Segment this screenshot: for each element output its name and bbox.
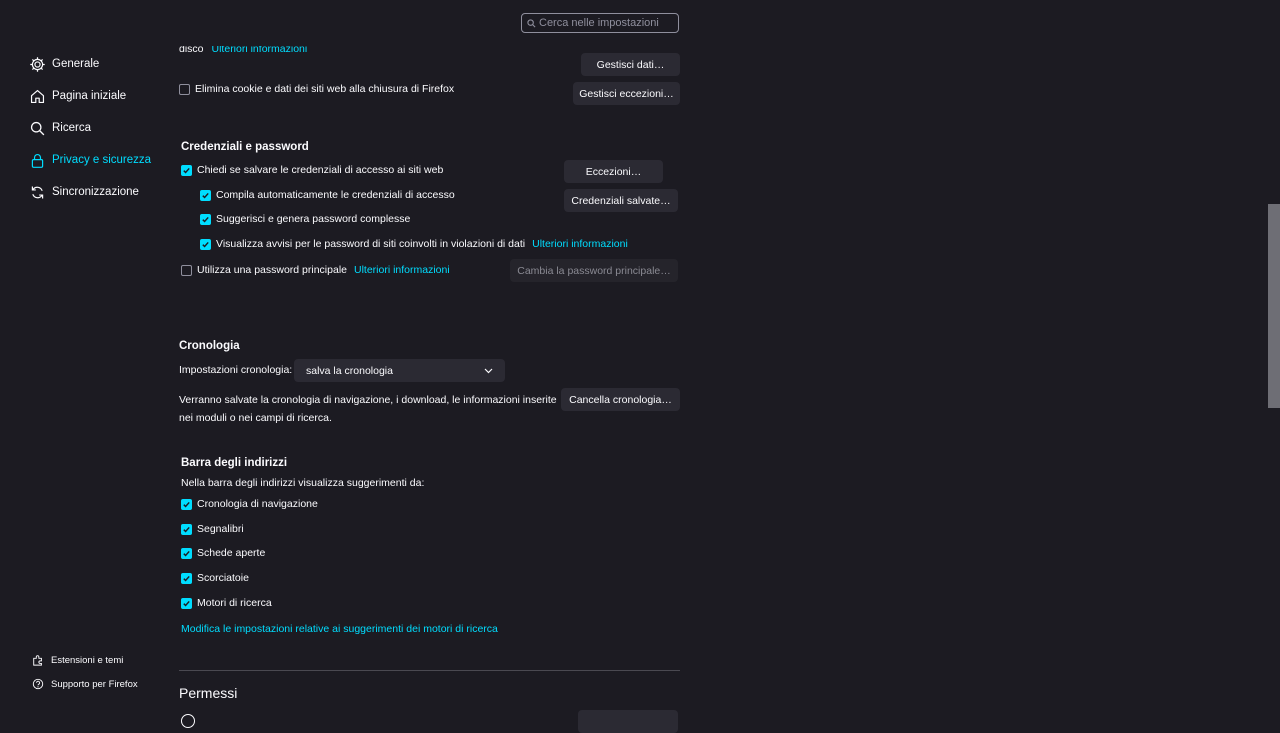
sidebar-item-ricerca[interactable]: Ricerca (29, 117, 91, 139)
suggest-engines-checkbox[interactable] (181, 597, 192, 609)
home-icon (30, 89, 45, 103)
suggest-bookmarks-checkbox[interactable] (181, 523, 192, 535)
suggest-open-tabs-option[interactable]: Schede aperte (181, 547, 265, 559)
sync-icon (31, 186, 44, 198)
manage-data-button[interactable]: Gestisci dati… (581, 53, 680, 76)
primary-password-checkbox[interactable] (181, 264, 192, 276)
sidebar-item-label: Generale (52, 58, 100, 70)
clear-history-button[interactable]: Cancella cronologia… (561, 388, 680, 411)
suggest-label: Suggerisci e genera password complesse (216, 213, 411, 225)
ask-save-credentials[interactable]: Chiedi se salvare le credenziali di acce… (181, 164, 443, 176)
autofill-checkbox[interactable] (200, 189, 211, 201)
sidebar-link-extensions[interactable]: Estensioni e temi (32, 654, 123, 666)
footer-label: Estensioni e temi (51, 654, 124, 666)
location-icon (181, 714, 195, 728)
primary-password-info-link[interactable]: Ulteriori informazioni (354, 264, 450, 276)
sidebar-item-label: Sincronizzazione (52, 186, 139, 198)
breach-alerts-label: Visualizza avvisi per le password di sit… (216, 238, 526, 250)
settings-search-input[interactable]: Cerca nelle impostazioni (521, 13, 679, 33)
permissions-title: Permessi (179, 685, 238, 701)
sidebar-item-sincronizzazione[interactable]: Sincronizzazione (29, 181, 139, 203)
manage-exceptions-button[interactable]: Gestisci eccezioni… (573, 82, 680, 105)
suggest-shortcuts-label: Scorciatoie (197, 572, 249, 584)
search-suggestions-settings-link[interactable]: Modifica le impostazioni relative ai sug… (181, 623, 498, 635)
suggest-history-label: Cronologia di navigazione (197, 498, 318, 510)
history-title: Cronologia (179, 340, 240, 352)
sidebar-item-generale[interactable]: Generale (29, 53, 99, 75)
scrollbar-thumb[interactable] (1268, 204, 1280, 408)
suggest-checkbox[interactable] (200, 213, 211, 225)
history-settings-label: Impostazioni cronologia: (179, 364, 293, 376)
suggest-bookmarks-option[interactable]: Segnalibri (181, 523, 244, 535)
suggest-engines-label: Motori di ricerca (197, 597, 272, 609)
sidebar-item-label: Privacy e sicurezza (52, 154, 152, 166)
delete-cookies-checkbox[interactable] (179, 83, 190, 95)
suggest-engines-option[interactable]: Motori di ricerca (181, 597, 272, 609)
primary-password[interactable]: Utilizza una password principale Ulterio… (181, 264, 450, 276)
history-mode-select[interactable]: salva la cronologia (294, 359, 505, 382)
suggest-open-tabs-checkbox[interactable] (181, 547, 192, 559)
suggest-history-checkbox[interactable] (181, 498, 192, 510)
suggest-bookmarks-label: Segnalibri (197, 523, 244, 535)
autofill-label: Compila automaticamente le credenziali d… (216, 189, 455, 201)
section-divider (179, 670, 680, 671)
history-description-line: nei moduli o nei campi di ricerca. (179, 412, 332, 424)
sidebar-item-label: Pagina iniziale (52, 90, 127, 102)
breach-alerts-checkbox[interactable] (200, 238, 211, 250)
puzzle-icon (33, 655, 42, 666)
address-bar-intro: Nella barra degli indirizzi visualizza s… (181, 477, 425, 489)
suggest-history-option[interactable]: Cronologia di navigazione (181, 498, 318, 510)
history-description: Verranno salvate la cronologia di naviga… (179, 391, 557, 427)
primary-password-label: Utilizza una password principale (197, 264, 347, 276)
chevron-down-icon (484, 368, 493, 373)
search-icon (527, 18, 536, 27)
permissions-settings-button[interactable] (578, 710, 678, 733)
search-placeholder: Cerca nelle impostazioni (539, 17, 659, 29)
delete-cookies-label: Elimina cookie e dati dei siti web alla … (195, 83, 455, 95)
help-icon (32, 678, 44, 690)
address-bar-title: Barra degli indirizzi (181, 457, 288, 469)
suggest-passwords[interactable]: Suggerisci e genera password complesse (200, 213, 410, 225)
sidebar-item-label: Ricerca (52, 122, 91, 134)
gear-icon (30, 56, 45, 72)
cookies-partial-line: disco Ulteriori informazioni (179, 46, 307, 58)
sidebar-item-privacy[interactable]: Privacy e sicurezza (29, 149, 151, 171)
cookies-partial-text: disco (179, 46, 204, 55)
suggest-open-tabs-label: Schede aperte (197, 547, 266, 559)
saved-credentials-button[interactable]: Credenziali salvate… (564, 189, 678, 212)
credentials-title: Credenziali e password (181, 141, 309, 153)
lock-icon (31, 153, 44, 168)
sidebar-item-pagina-iniziale[interactable]: Pagina iniziale (29, 85, 126, 107)
change-primary-password-button[interactable]: Cambia la password principale… (510, 259, 678, 282)
sidebar-link-support[interactable]: Supporto per Firefox (32, 678, 138, 690)
history-description-line: Verranno salvate la cronologia di naviga… (179, 394, 557, 406)
search-icon (30, 121, 45, 135)
breach-info-link[interactable]: Ulteriori informazioni (532, 238, 628, 250)
ask-save-checkbox[interactable] (181, 164, 192, 176)
footer-label: Supporto per Firefox (51, 678, 138, 690)
suggest-shortcuts-option[interactable]: Scorciatoie (181, 572, 249, 584)
delete-cookies-on-close[interactable]: Elimina cookie e dati dei siti web alla … (179, 83, 454, 95)
suggest-shortcuts-checkbox[interactable] (181, 572, 192, 584)
ask-save-label: Chiedi se salvare le credenziali di acce… (197, 164, 444, 176)
autofill-credentials[interactable]: Compila automaticamente le credenziali d… (200, 189, 455, 201)
history-mode-value: salva la cronologia (306, 364, 393, 377)
exceptions-button[interactable]: Eccezioni… (564, 160, 663, 183)
cookies-info-link[interactable]: Ulteriori informazioni (212, 46, 308, 55)
breach-alerts[interactable]: Visualizza avvisi per le password di sit… (200, 238, 628, 250)
